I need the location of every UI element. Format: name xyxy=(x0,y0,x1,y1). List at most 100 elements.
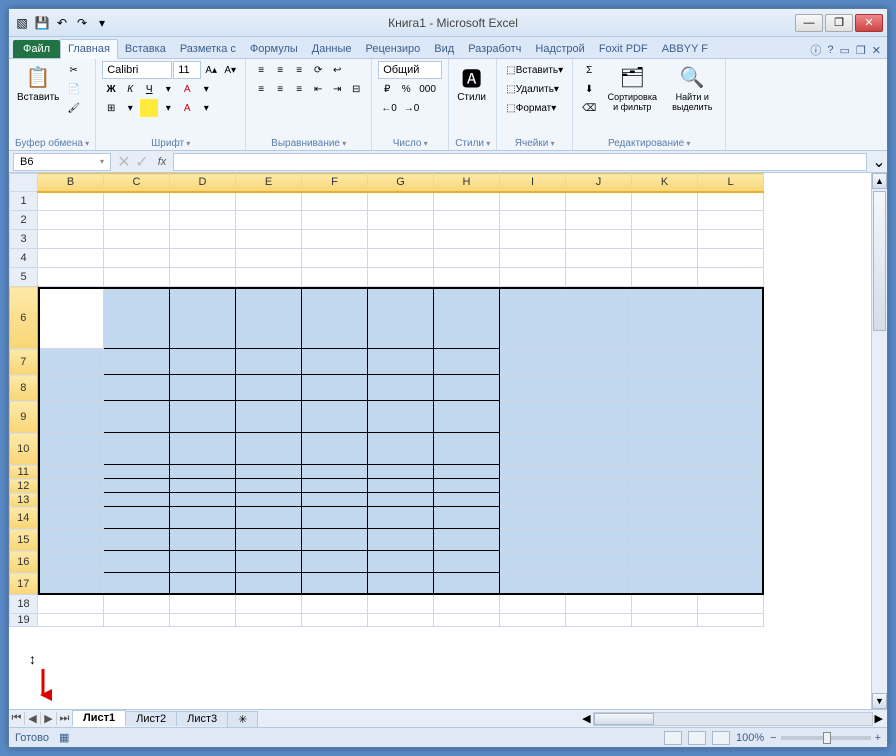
cell-J1[interactable] xyxy=(566,192,632,211)
cell-I17[interactable] xyxy=(500,573,566,595)
cell-E4[interactable] xyxy=(236,249,302,268)
decrease-indent-button[interactable]: ⇤ xyxy=(309,80,327,98)
cell-E8[interactable] xyxy=(236,375,302,401)
align-left-button[interactable]: ≡ xyxy=(252,80,270,98)
row-header-3[interactable]: 3 xyxy=(10,230,38,249)
column-header-B[interactable]: B xyxy=(38,174,104,192)
cell-I16[interactable] xyxy=(500,551,566,573)
cell-B12[interactable] xyxy=(38,479,104,493)
cell-H1[interactable] xyxy=(434,192,500,211)
row-header-4[interactable]: 4 xyxy=(10,249,38,268)
cell-H16[interactable] xyxy=(434,551,500,573)
formula-input[interactable] xyxy=(173,153,867,171)
cell-L8[interactable] xyxy=(698,375,764,401)
page-layout-view-button[interactable] xyxy=(688,731,706,745)
cell-J13[interactable] xyxy=(566,493,632,507)
currency-button[interactable]: ₽ xyxy=(378,80,396,98)
row-header-9[interactable]: 9 xyxy=(10,401,38,433)
row-header-16[interactable]: 16 xyxy=(10,551,38,573)
cell-F15[interactable] xyxy=(302,529,368,551)
cell-H14[interactable] xyxy=(434,507,500,529)
cell-G8[interactable] xyxy=(368,375,434,401)
cell-H7[interactable] xyxy=(434,349,500,375)
cell-E3[interactable] xyxy=(236,230,302,249)
cell-J10[interactable] xyxy=(566,433,632,465)
cell-L14[interactable] xyxy=(698,507,764,529)
styles-button[interactable]: 🅰 Стили xyxy=(455,61,488,105)
cell-K11[interactable] xyxy=(632,465,698,479)
cell-J7[interactable] xyxy=(566,349,632,375)
cell-G10[interactable] xyxy=(368,433,434,465)
cell-B6[interactable] xyxy=(38,287,104,349)
cell-L1[interactable] xyxy=(698,192,764,211)
cell-H10[interactable] xyxy=(434,433,500,465)
cell-L11[interactable] xyxy=(698,465,764,479)
cut-button[interactable]: ✂ xyxy=(64,61,83,79)
column-header-G[interactable]: G xyxy=(368,174,434,192)
cell-L3[interactable] xyxy=(698,230,764,249)
cell-J8[interactable] xyxy=(566,375,632,401)
name-box-drop-icon[interactable]: ▾ xyxy=(100,157,104,166)
sheet-tab-3[interactable]: Лист3 xyxy=(176,711,228,726)
scroll-up-button[interactable]: ▲ xyxy=(872,173,887,189)
cell-J5[interactable] xyxy=(566,268,632,287)
cell-I8[interactable] xyxy=(500,375,566,401)
tab-foxit[interactable]: Foxit PDF xyxy=(592,40,655,58)
scroll-down-button[interactable]: ▼ xyxy=(872,693,887,709)
cell-D5[interactable] xyxy=(170,268,236,287)
cell-H8[interactable] xyxy=(434,375,500,401)
cell-F4[interactable] xyxy=(302,249,368,268)
close-button[interactable]: ✕ xyxy=(855,14,883,32)
cell-L16[interactable] xyxy=(698,551,764,573)
hscroll-track[interactable] xyxy=(593,712,873,726)
cell-E6[interactable] xyxy=(236,287,302,349)
cell-K16[interactable] xyxy=(632,551,698,573)
cell-H15[interactable] xyxy=(434,529,500,551)
clear-button[interactable]: ⌫ xyxy=(579,99,599,117)
column-header-E[interactable]: E xyxy=(236,174,302,192)
cell-B18[interactable] xyxy=(38,595,104,614)
cell-G7[interactable] xyxy=(368,349,434,375)
cell-C4[interactable] xyxy=(104,249,170,268)
cell-H2[interactable] xyxy=(434,211,500,230)
row-header-8[interactable]: 8 xyxy=(10,375,38,401)
zoom-slider-handle[interactable] xyxy=(823,732,831,744)
cell-J19[interactable] xyxy=(566,614,632,627)
cell-E17[interactable] xyxy=(236,573,302,595)
cell-C14[interactable] xyxy=(104,507,170,529)
column-header-H[interactable]: H xyxy=(434,174,500,192)
cell-B10[interactable] xyxy=(38,433,104,465)
orientation-button[interactable]: ⟳ xyxy=(309,61,327,79)
cell-K18[interactable] xyxy=(632,595,698,614)
cell-J2[interactable] xyxy=(566,211,632,230)
cell-G14[interactable] xyxy=(368,507,434,529)
cell-I7[interactable] xyxy=(500,349,566,375)
cell-K6[interactable] xyxy=(632,287,698,349)
cell-C15[interactable] xyxy=(104,529,170,551)
cell-L17[interactable] xyxy=(698,573,764,595)
cell-B2[interactable] xyxy=(38,211,104,230)
cell-B13[interactable] xyxy=(38,493,104,507)
cell-D14[interactable] xyxy=(170,507,236,529)
column-header-K[interactable]: K xyxy=(632,174,698,192)
cell-E13[interactable] xyxy=(236,493,302,507)
select-all-corner[interactable] xyxy=(10,174,38,192)
row-header-12[interactable]: 12 xyxy=(10,479,38,493)
cell-K12[interactable] xyxy=(632,479,698,493)
row-header-1[interactable]: 1 xyxy=(10,192,38,211)
enter-formula-button[interactable]: ✓ xyxy=(133,152,151,172)
column-header-L[interactable]: L xyxy=(698,174,764,192)
format-cells-button[interactable]: ⬚ Формат ▾ xyxy=(503,99,559,117)
wrap-text-button[interactable]: ↩ xyxy=(328,61,346,79)
border-button[interactable]: ⊞ xyxy=(102,99,120,117)
cell-L6[interactable] xyxy=(698,287,764,349)
cell-E9[interactable] xyxy=(236,401,302,433)
fill-button[interactable]: ⬇ xyxy=(579,80,599,98)
sheet-nav-next[interactable]: ▶ xyxy=(41,712,57,725)
row-header-10[interactable]: 10 xyxy=(10,433,38,465)
cell-L19[interactable] xyxy=(698,614,764,627)
qat-more-button[interactable]: ▾ xyxy=(93,14,111,32)
cell-J17[interactable] xyxy=(566,573,632,595)
cell-B16[interactable] xyxy=(38,551,104,573)
cell-J4[interactable] xyxy=(566,249,632,268)
